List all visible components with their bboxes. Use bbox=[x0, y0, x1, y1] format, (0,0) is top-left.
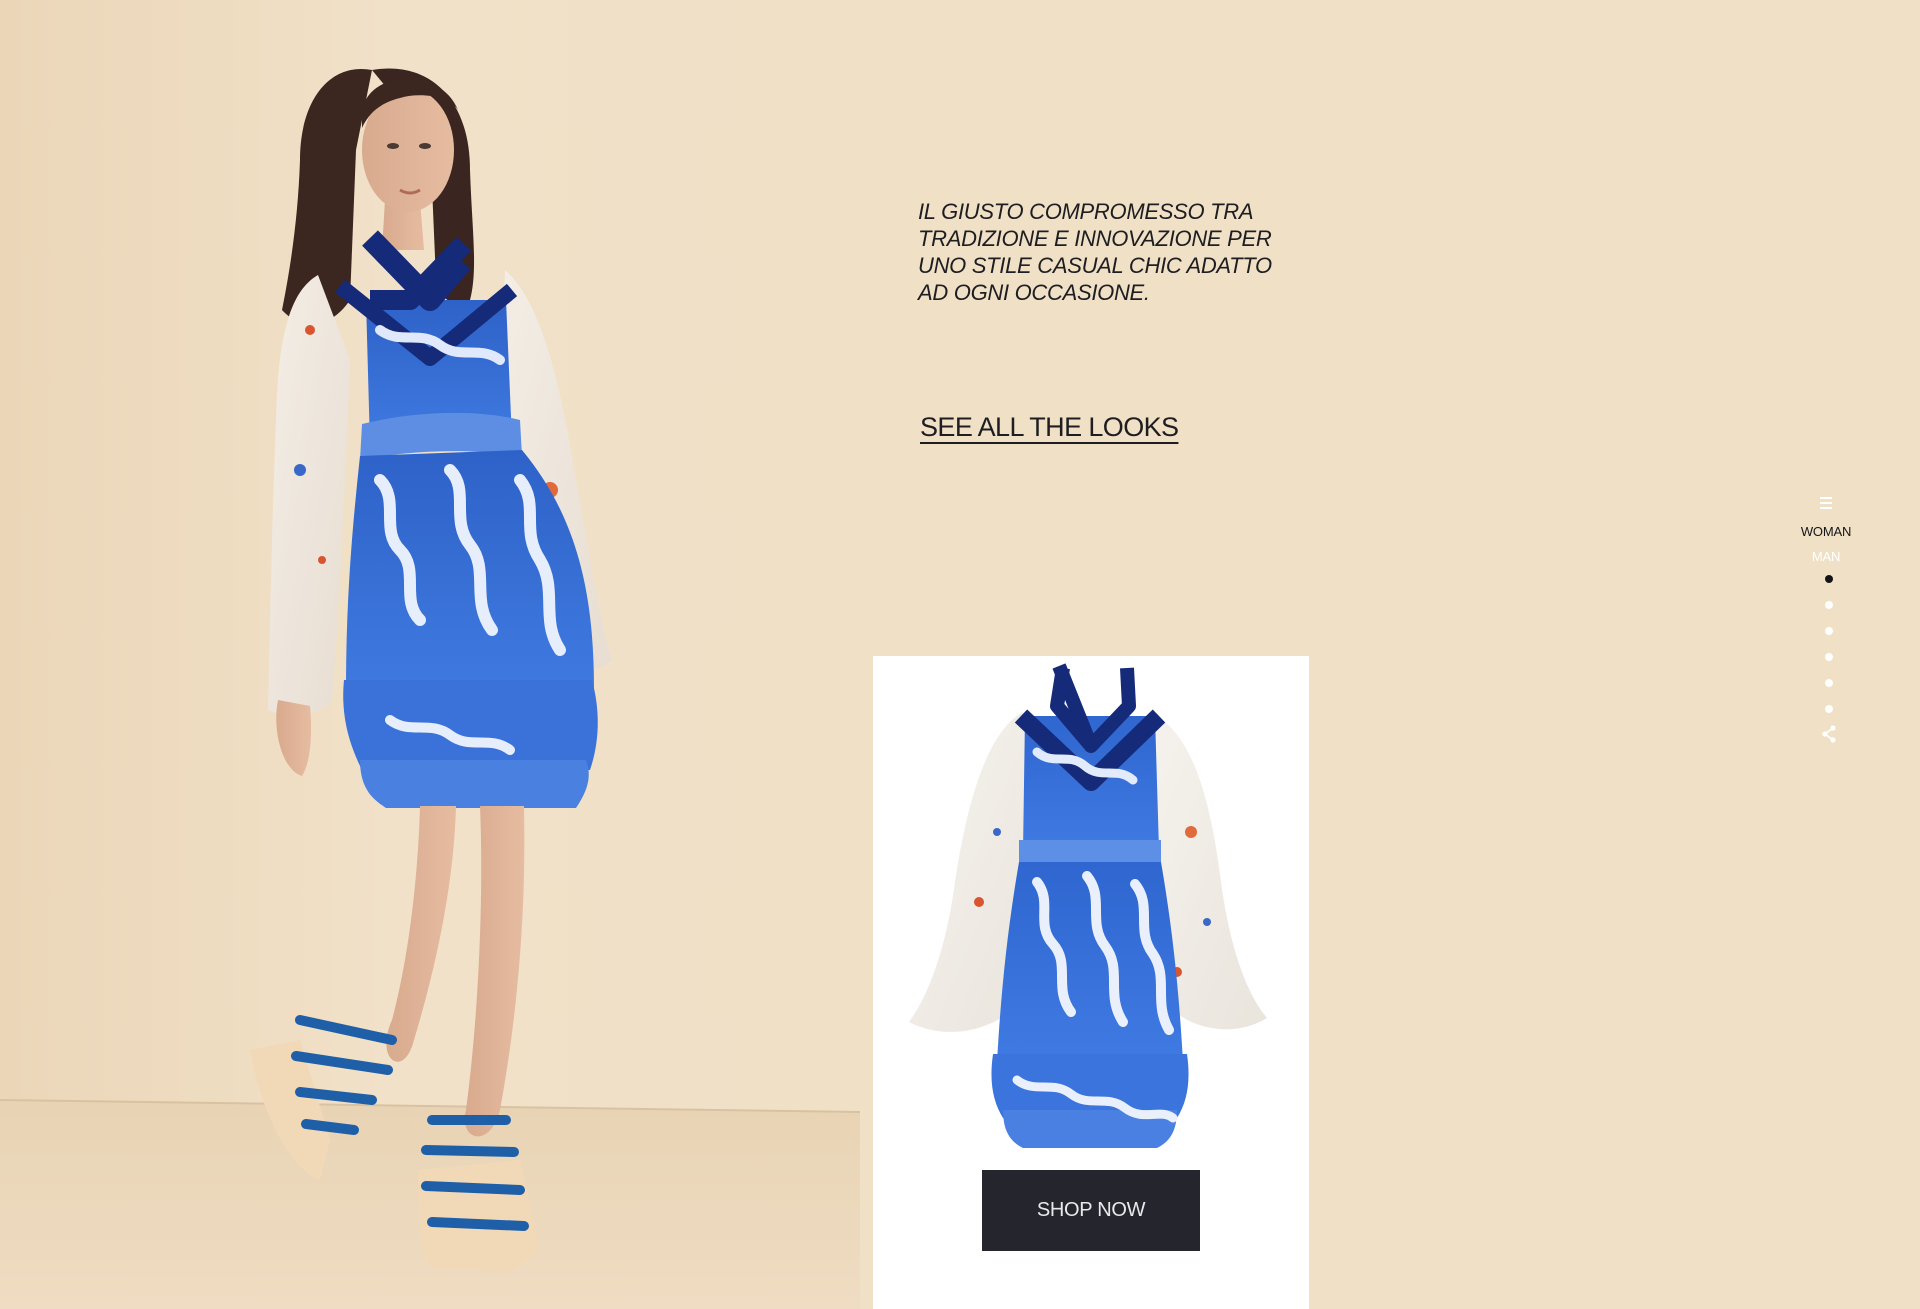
nav-man-link[interactable]: MAN bbox=[1790, 549, 1862, 565]
slide-dot-3[interactable] bbox=[1825, 627, 1833, 635]
product-card: SHOP NOW bbox=[873, 656, 1309, 1309]
dress-product-image[interactable] bbox=[907, 662, 1275, 1152]
slide-dot-1[interactable] bbox=[1825, 575, 1833, 583]
nav-woman-link[interactable]: WOMAN bbox=[1790, 524, 1862, 540]
tagline-line: TRADIZIONE E INNOVAZIONE PER bbox=[918, 226, 1272, 251]
slide-dot-5[interactable] bbox=[1825, 679, 1833, 687]
tagline-line: IL GIUSTO COMPROMESSO TRA bbox=[918, 199, 1254, 224]
hero-image bbox=[0, 0, 860, 1309]
slide-dot-2[interactable] bbox=[1825, 601, 1833, 609]
see-all-looks-link[interactable]: SEE ALL THE LOOKS bbox=[920, 412, 1179, 443]
shop-now-button[interactable]: SHOP NOW bbox=[982, 1170, 1200, 1251]
tagline: IL GIUSTO COMPROMESSO TRA TRADIZIONE E I… bbox=[918, 198, 1278, 306]
share-icon[interactable] bbox=[1821, 725, 1837, 743]
slide-dot-6[interactable] bbox=[1825, 705, 1833, 713]
slide-dot-4[interactable] bbox=[1825, 653, 1833, 661]
side-navigation: WOMAN MAN bbox=[1790, 496, 1862, 743]
slide-pagination bbox=[1790, 575, 1862, 713]
hamburger-icon[interactable] bbox=[1818, 496, 1834, 510]
tagline-line: UNO STILE CASUAL CHIC ADATTO bbox=[918, 253, 1272, 278]
tagline-line: AD OGNI OCCASIONE. bbox=[918, 280, 1150, 305]
